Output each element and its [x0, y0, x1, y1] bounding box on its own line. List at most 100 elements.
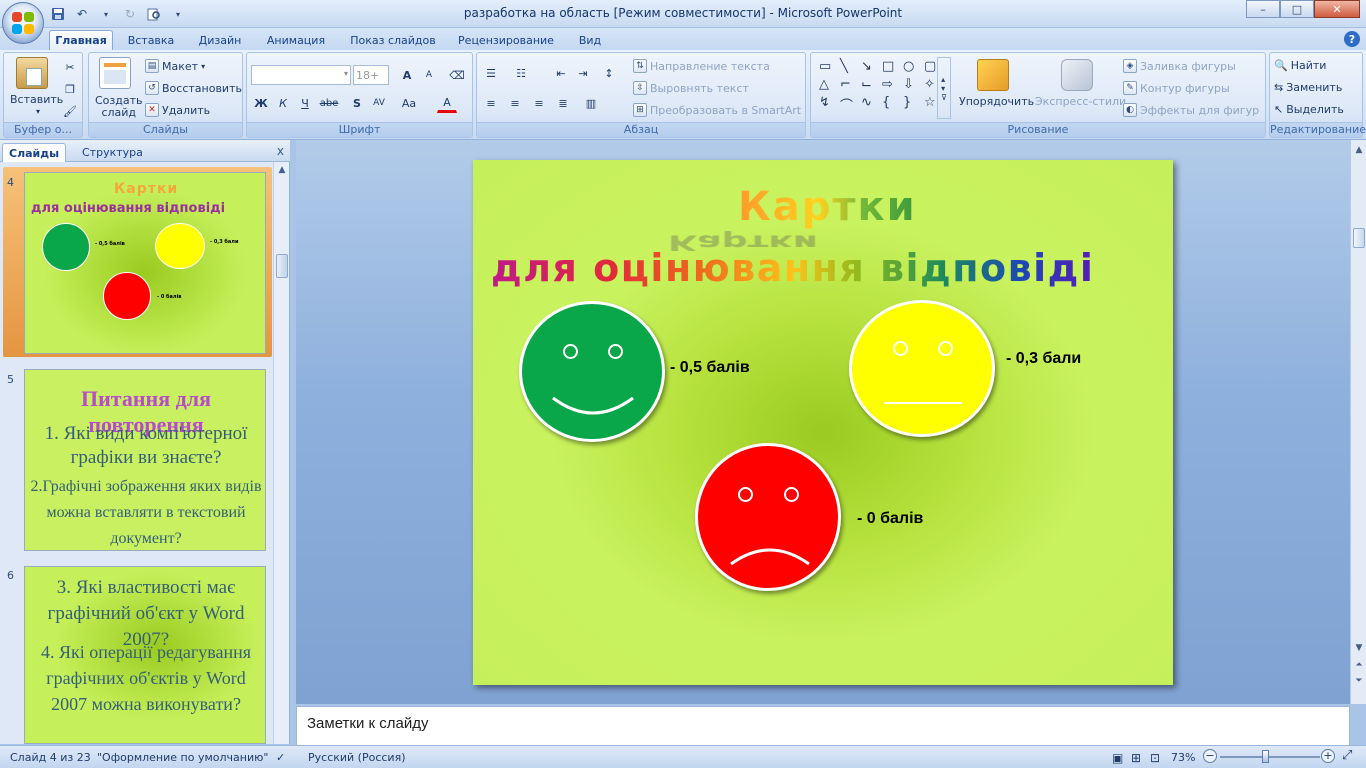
columns-icon[interactable]: ▥ — [581, 93, 601, 113]
paste-dropdown-icon[interactable]: ▾ — [36, 107, 40, 116]
current-slide[interactable]: Картки Картки для оцінювання відповіді -… — [473, 160, 1173, 685]
tab-insert[interactable]: Вставка — [118, 30, 184, 50]
oval-shape-icon[interactable]: ○ — [903, 59, 921, 74]
change-case-button[interactable]: Aa — [399, 93, 419, 113]
previous-slide-icon[interactable]: ⏶ — [1351, 657, 1366, 673]
font-name-combo[interactable]: ▾ — [251, 65, 351, 85]
slide-title-2[interactable]: для оцінювання відповіді — [491, 246, 1094, 290]
office-button[interactable] — [2, 2, 44, 44]
minimize-button[interactable]: – — [1246, 0, 1280, 18]
tab-review[interactable]: Рецензирование — [450, 30, 562, 50]
numbering-icon[interactable]: ☷ — [511, 63, 531, 83]
tab-animation[interactable]: Анимация — [256, 30, 336, 50]
char-spacing-button[interactable]: AV — [369, 93, 389, 113]
shapes-gallery-scroll[interactable]: ▴ ▾ ⊽ — [937, 57, 951, 119]
zoom-level[interactable]: 73% — [1171, 751, 1195, 764]
strikethrough-button[interactable]: abe — [319, 93, 339, 113]
reset-button[interactable]: ↺ Восстановить — [145, 81, 242, 95]
maximize-button[interactable]: □ — [1280, 0, 1314, 18]
select-button[interactable]: ↖ Выделить — [1274, 103, 1344, 116]
slide-thumbnail-4[interactable]: Картки для оцінювання відповіді - 0,5 ба… — [24, 172, 266, 354]
slide-sorter-icon[interactable]: ⊞ — [1131, 751, 1141, 765]
quick-styles-button[interactable]: Экспресс-стили — [1035, 95, 1126, 108]
tab-outline[interactable]: Структура — [76, 143, 149, 162]
scrollbar-thumb[interactable] — [1353, 228, 1365, 248]
editor-vertical-scrollbar[interactable]: ▲ ▼ ⏶ ⏷ — [1350, 140, 1366, 704]
align-text-button[interactable]: ⇳ Выровнять текст — [633, 81, 749, 95]
happy-face[interactable] — [519, 301, 665, 442]
tab-slideshow[interactable]: Показ слайдов — [342, 30, 444, 50]
copy-icon[interactable]: ❐ — [60, 79, 80, 99]
arrange-button[interactable]: Упорядочить — [959, 95, 1034, 108]
find-button[interactable]: 🔍 Найти — [1274, 59, 1326, 72]
line-shape-icon[interactable]: ╲ — [840, 59, 858, 74]
connector-shape-icon[interactable]: ⌐ — [840, 77, 858, 92]
down-arrow-shape-icon[interactable]: ⇩ — [903, 77, 921, 92]
sad-face[interactable] — [695, 443, 841, 591]
underline-button[interactable]: Ч — [295, 93, 315, 113]
fit-to-window-icon[interactable]: ⤢ — [1342, 748, 1352, 763]
paste-button[interactable]: Вставить — [10, 93, 63, 106]
right-brace-shape-icon[interactable]: } — [903, 95, 921, 114]
neutral-face-label[interactable]: - 0,3 бали — [1006, 350, 1081, 368]
arc-shape-icon[interactable]: ⌒ — [840, 95, 858, 114]
cut-icon[interactable]: ✂ — [60, 57, 80, 77]
decrease-indent-icon[interactable]: ⇤ — [551, 63, 571, 83]
format-painter-icon[interactable]: 🖌 — [60, 101, 80, 121]
new-slide-icon[interactable] — [99, 57, 131, 89]
slide-thumbnail-5[interactable]: Питання для повторення 1. Які види комп'… — [24, 369, 266, 551]
zoom-slider-thumb[interactable] — [1262, 750, 1269, 763]
slides-pane-scrollbar[interactable]: ▲ — [273, 162, 289, 744]
align-center-icon[interactable]: ≡ — [505, 93, 525, 113]
quick-styles-icon[interactable] — [1061, 59, 1093, 91]
clear-formatting-icon[interactable]: ⌫ — [447, 65, 467, 85]
shape-outline-button[interactable]: ✎ Контур фигуры — [1123, 81, 1230, 95]
elbow-shape-icon[interactable]: ⌙ — [861, 77, 879, 92]
delete-slide-button[interactable]: ✕ Удалить — [145, 103, 210, 117]
triangle-shape-icon[interactable]: △ — [819, 77, 837, 92]
line-spacing-icon[interactable]: ↕ — [599, 63, 619, 83]
slide-thumbnail-6[interactable]: 3. Які властивості має графічний об'єкт … — [24, 566, 266, 744]
notes-pane[interactable]: Заметки к слайду — [296, 706, 1350, 746]
happy-face-label[interactable]: - 0,5 балів — [670, 359, 750, 377]
theme-name[interactable]: "Оформление по умолчанию" — [97, 751, 268, 764]
layout-button[interactable]: ▤ Макет ▾ — [145, 59, 205, 73]
neutral-face[interactable] — [849, 300, 995, 437]
scrollbar-thumb[interactable] — [276, 254, 288, 278]
close-button[interactable]: ✕ — [1314, 0, 1360, 18]
shape-effects-button[interactable]: ◐ Эффекты для фигур — [1123, 103, 1259, 117]
tab-design[interactable]: Дизайн — [190, 30, 250, 50]
grow-font-button[interactable]: A — [397, 65, 417, 85]
spellcheck-icon[interactable]: ✓ — [276, 751, 285, 764]
bullets-icon[interactable]: ☰ — [481, 63, 501, 83]
arrow-line-shape-icon[interactable]: ↘ — [861, 59, 879, 74]
font-color-button[interactable]: A — [437, 93, 457, 113]
text-shadow-button[interactable]: S — [347, 93, 367, 113]
slideshow-view-icon[interactable]: ⊡ — [1150, 751, 1160, 765]
slide-title-1[interactable]: Картки — [738, 184, 917, 230]
language-indicator[interactable]: Русский (Россия) — [308, 751, 406, 764]
justify-icon[interactable]: ≣ — [553, 93, 573, 113]
replace-button[interactable]: ⇆ Заменить — [1274, 81, 1342, 94]
textbox-shape-icon[interactable]: ▭ — [819, 59, 837, 74]
font-size-combo[interactable]: 18+ — [353, 65, 389, 85]
bold-button[interactable]: Ж — [251, 93, 271, 113]
freeform-shape-icon[interactable]: ∿ — [861, 95, 879, 114]
align-right-icon[interactable]: ≡ — [529, 93, 549, 113]
scroll-up-icon[interactable]: ▲ — [274, 162, 290, 178]
zoom-out-icon[interactable]: − — [1203, 749, 1217, 763]
shape-fill-button[interactable]: ◈ Заливка фигуры — [1123, 59, 1236, 73]
rectangle-shape-icon[interactable]: □ — [882, 59, 900, 74]
increase-indent-icon[interactable]: ⇥ — [573, 63, 593, 83]
help-icon[interactable]: ? — [1344, 31, 1360, 47]
arrange-icon[interactable] — [977, 59, 1009, 91]
italic-button[interactable]: К — [273, 93, 293, 113]
normal-view-icon[interactable]: ▣ — [1112, 751, 1123, 765]
scroll-up-icon[interactable]: ▲ — [1351, 142, 1366, 158]
align-left-icon[interactable]: ≡ — [481, 93, 501, 113]
new-slide-button[interactable]: Создать слайд — [95, 95, 143, 119]
paste-icon[interactable] — [16, 57, 48, 89]
tab-slides[interactable]: Слайды — [2, 143, 67, 162]
sad-face-label[interactable]: - 0 балів — [857, 510, 923, 528]
tab-home[interactable]: Главная — [49, 30, 113, 50]
